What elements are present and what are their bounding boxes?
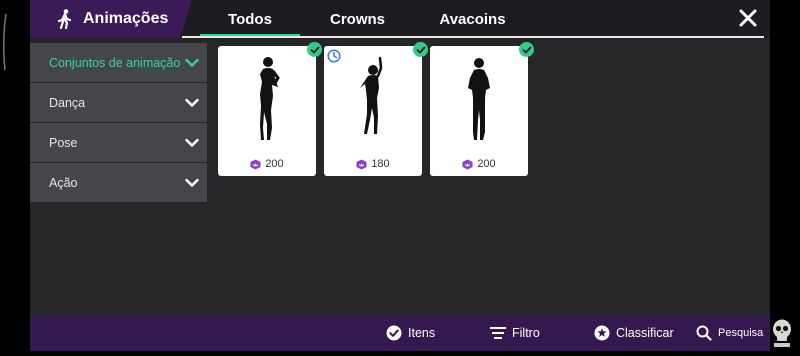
chevron-down-icon bbox=[185, 58, 199, 67]
sidebar-item-action[interactable]: Ação bbox=[30, 163, 207, 202]
sort-button[interactable]: Classificar bbox=[594, 315, 674, 351]
sidebar-item-label: Pose bbox=[49, 135, 78, 150]
crown-coin-icon bbox=[250, 159, 261, 169]
price-tag: 200 bbox=[218, 158, 316, 170]
sort-label: Classificar bbox=[616, 326, 674, 340]
owned-check-icon bbox=[519, 42, 534, 57]
animations-screen: Animações Todos Crowns Avacoins Conjunto… bbox=[30, 0, 770, 351]
owned-check-icon bbox=[413, 42, 428, 57]
skull-logo bbox=[768, 317, 796, 349]
bottom-toolbar: Itens Filtro Classificar Pesquisa bbox=[30, 315, 770, 351]
tabs-underline bbox=[182, 36, 764, 38]
star-circle-icon bbox=[594, 325, 610, 341]
top-bar: Animações Todos Crowns Avacoins bbox=[30, 0, 770, 38]
tab-todos[interactable]: Todos bbox=[200, 0, 300, 38]
search-icon bbox=[696, 325, 712, 341]
sidebar-item-label: Conjuntos de animação bbox=[49, 55, 181, 70]
female-pose-silhouette-icon bbox=[260, 57, 280, 140]
female-pose-silhouette-icon bbox=[468, 58, 490, 140]
price-value: 200 bbox=[477, 158, 496, 170]
female-pose-silhouette-icon bbox=[360, 56, 383, 134]
sidebar-item-label: Ação bbox=[49, 175, 78, 190]
filter-lines-icon bbox=[490, 327, 506, 339]
sidebar-item-animation-sets[interactable]: Conjuntos de animação bbox=[30, 43, 207, 82]
sidebar-item-dance[interactable]: Dança bbox=[30, 83, 207, 122]
tab-crowns[interactable]: Crowns bbox=[310, 0, 405, 38]
crown-coin-icon bbox=[356, 159, 367, 169]
animation-card[interactable]: 200 bbox=[218, 42, 322, 176]
screen-edge bbox=[0, 0, 30, 351]
sidebar-item-label: Dança bbox=[49, 95, 86, 110]
filter-button[interactable]: Filtro bbox=[490, 315, 540, 351]
animation-card[interactable]: 200 bbox=[430, 42, 534, 176]
search-label: Pesquisa bbox=[718, 327, 764, 339]
check-circle-icon bbox=[386, 325, 402, 341]
close-icon bbox=[739, 9, 757, 27]
title-tab: Animações bbox=[30, 0, 192, 38]
items-button[interactable]: Itens bbox=[386, 315, 435, 351]
close-button[interactable] bbox=[738, 8, 758, 28]
price-tag: 180 bbox=[324, 158, 422, 170]
price-tag: 200 bbox=[430, 158, 528, 170]
walking-person-icon bbox=[56, 9, 74, 30]
chevron-down-icon bbox=[185, 98, 199, 107]
category-sidebar: Conjuntos de animação Dança Pose Ação bbox=[30, 43, 207, 203]
price-value: 200 bbox=[265, 158, 284, 170]
chevron-down-icon bbox=[185, 138, 199, 147]
sidebar-item-pose[interactable]: Pose bbox=[30, 123, 207, 162]
chevron-down-icon bbox=[185, 178, 199, 187]
owned-check-icon bbox=[307, 42, 322, 57]
clock-icon bbox=[327, 49, 341, 63]
animation-card[interactable]: 180 bbox=[324, 42, 428, 176]
crown-coin-icon bbox=[462, 159, 473, 169]
filter-label: Filtro bbox=[512, 326, 540, 340]
price-value: 180 bbox=[371, 158, 390, 170]
tab-avacoins[interactable]: Avacoins bbox=[425, 0, 520, 38]
search-button[interactable]: Pesquisa bbox=[696, 315, 763, 351]
items-label: Itens bbox=[408, 326, 436, 340]
page-title: Animações bbox=[83, 10, 169, 27]
